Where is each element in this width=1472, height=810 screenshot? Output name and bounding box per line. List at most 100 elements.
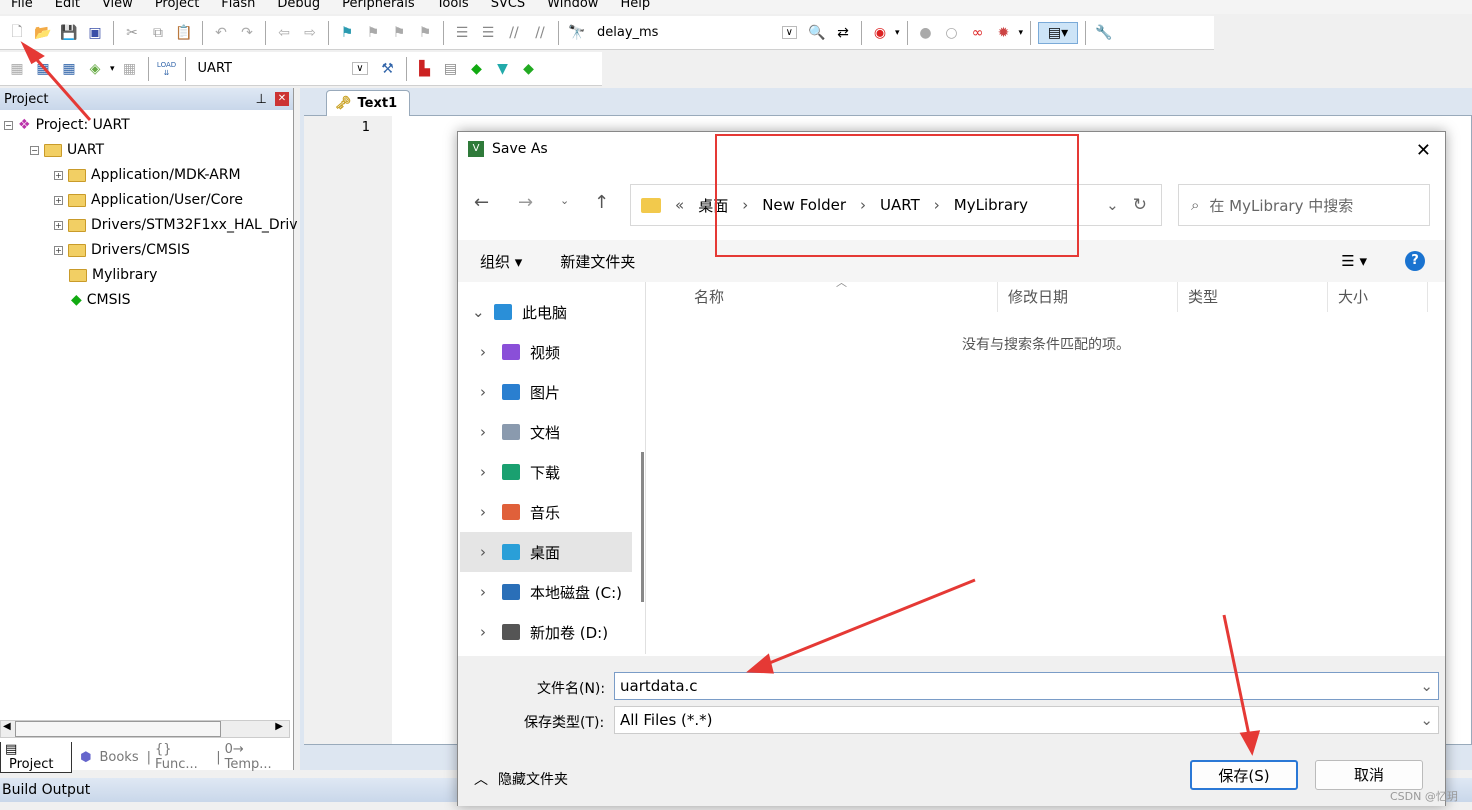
- tree-group[interactable]: + Application/User/Core: [54, 189, 243, 211]
- unindent-icon[interactable]: ☰: [477, 22, 499, 44]
- redo-icon[interactable]: ↷: [236, 22, 258, 44]
- help-icon[interactable]: ?: [1405, 251, 1425, 271]
- find-icon[interactable]: 🔍: [806, 22, 828, 44]
- find-in-files-icon[interactable]: 🔭: [566, 22, 588, 44]
- filename-input[interactable]: uartdata.c ⌄: [614, 672, 1439, 700]
- editor-tab-text1[interactable]: 🗝 Text1: [326, 90, 410, 116]
- menu-debug[interactable]: Debug: [266, 0, 331, 14]
- horizontal-scrollbar[interactable]: ◀ ▶: [0, 720, 290, 738]
- nav-item[interactable]: › 本地磁盘 (C:): [460, 572, 632, 612]
- indent-icon[interactable]: ☰: [451, 22, 473, 44]
- disable-breakpoint-icon[interactable]: ○: [941, 22, 963, 44]
- tree-project-root[interactable]: − ❖ Project: UART: [4, 114, 130, 136]
- comment-icon[interactable]: //: [503, 22, 525, 44]
- expand-icon[interactable]: +: [54, 195, 63, 205]
- forward-icon[interactable]: ⇨: [299, 22, 321, 44]
- prev-bookmark-icon[interactable]: ⚑: [362, 22, 384, 44]
- options-for-target-icon[interactable]: ⚒: [377, 58, 399, 80]
- breakpoint-icon[interactable]: ●: [915, 22, 937, 44]
- manage-rte-icon[interactable]: ◆: [466, 58, 488, 80]
- chevron-right-icon[interactable]: ›: [480, 583, 492, 601]
- refresh-icon[interactable]: ↻: [1133, 195, 1147, 215]
- cancel-button[interactable]: 取消: [1315, 760, 1423, 790]
- expand-icon[interactable]: +: [54, 245, 63, 255]
- save-button[interactable]: 保存(S): [1190, 760, 1298, 790]
- column-type[interactable]: 类型: [1178, 282, 1328, 312]
- tab-project[interactable]: ▤ Project: [0, 741, 73, 773]
- nav-item[interactable]: ⌄ 此电脑: [460, 292, 632, 332]
- column-modified[interactable]: 修改日期: [998, 282, 1178, 312]
- incremental-find-icon[interactable]: ⇄: [832, 22, 854, 44]
- up-button[interactable]: ↑: [594, 192, 609, 213]
- expand-icon[interactable]: +: [54, 220, 63, 230]
- search-input[interactable]: ⌕ 在 MyLibrary 中搜索: [1178, 184, 1430, 226]
- collapse-icon[interactable]: −: [30, 145, 39, 155]
- nav-item[interactable]: › 新加卷 (D:): [460, 612, 632, 652]
- tree-group[interactable]: + Application/MDK-ARM: [54, 164, 241, 186]
- load-icon[interactable]: LOAD ⇊: [156, 58, 178, 80]
- close-dialog-button[interactable]: ✕: [1416, 140, 1431, 161]
- chevron-right-icon[interactable]: ›: [480, 543, 492, 561]
- chevron-right-icon[interactable]: ›: [480, 423, 492, 441]
- menu-window[interactable]: Window: [536, 0, 609, 14]
- stop-build-icon[interactable]: ▦: [119, 58, 141, 80]
- breadcrumb-desktop[interactable]: 桌面: [698, 195, 728, 216]
- nav-item[interactable]: › 图片: [460, 372, 632, 412]
- forward-button[interactable]: →: [518, 192, 533, 213]
- breakpoint-options-icon[interactable]: ✹: [993, 22, 1015, 44]
- nav-item[interactable]: › 视频: [460, 332, 632, 372]
- tree-group[interactable]: + Drivers/STM32F1xx_HAL_Driv: [54, 214, 298, 236]
- menu-file[interactable]: File: [0, 0, 44, 14]
- filetype-select[interactable]: All Files (*.*) ⌄: [614, 706, 1439, 734]
- open-icon[interactable]: 📂: [32, 22, 54, 44]
- tab-templates[interactable]: 0→ Temp...: [221, 742, 292, 772]
- expand-icon[interactable]: +: [54, 170, 63, 180]
- back-button[interactable]: ←: [474, 192, 489, 213]
- paste-icon[interactable]: 📋: [173, 22, 195, 44]
- cut-icon[interactable]: ✂: [121, 22, 143, 44]
- nav-item[interactable]: › 文档: [460, 412, 632, 452]
- breadcrumb-mylibrary[interactable]: MyLibrary: [954, 196, 1028, 214]
- menu-svcs[interactable]: SVCS: [480, 0, 536, 14]
- tab-functions[interactable]: {} Func...: [151, 742, 216, 772]
- pin-icon[interactable]: ⊥: [256, 92, 267, 107]
- rebuild-icon[interactable]: ▦: [58, 58, 80, 80]
- tree-group[interactable]: Mylibrary: [69, 264, 157, 286]
- pack-installer-icon[interactable]: ◆: [518, 58, 540, 80]
- menu-help[interactable]: Help: [609, 0, 661, 14]
- hide-folders-button[interactable]: ︿ 隐藏文件夹: [474, 769, 568, 789]
- bookmark-icon[interactable]: ⚑: [336, 22, 358, 44]
- organize-button[interactable]: 组织 ▾: [480, 251, 522, 272]
- chevron-down-icon[interactable]: ⌄: [1420, 677, 1433, 695]
- undo-icon[interactable]: ↶: [210, 22, 232, 44]
- select-packs-icon[interactable]: ▼: [492, 58, 514, 80]
- nav-item[interactable]: › 桌面: [460, 532, 632, 572]
- copy-icon[interactable]: ⧉: [147, 22, 169, 44]
- menu-project[interactable]: Project: [144, 0, 210, 14]
- debug-session-icon[interactable]: ◉: [869, 22, 891, 44]
- chevron-down-icon[interactable]: ⌄: [472, 303, 485, 321]
- recent-locations-button[interactable]: ⌄: [560, 194, 569, 207]
- chevron-right-icon[interactable]: ›: [480, 343, 492, 361]
- menu-view[interactable]: View: [91, 0, 144, 14]
- clear-bookmarks-icon[interactable]: ⚑: [414, 22, 436, 44]
- find-combo[interactable]: delay_ms ∨: [592, 21, 802, 44]
- uncomment-icon[interactable]: //: [529, 22, 551, 44]
- tree-target-uart[interactable]: − UART: [30, 139, 104, 161]
- chevron-right-icon[interactable]: ›: [480, 463, 492, 481]
- chevron-right-icon[interactable]: ›: [480, 383, 492, 401]
- file-extensions-icon[interactable]: ▤: [440, 58, 462, 80]
- manage-components-icon[interactable]: ▙: [414, 58, 436, 80]
- batch-build-icon[interactable]: ◈: [84, 58, 106, 80]
- tree-group[interactable]: + Drivers/CMSIS: [54, 239, 190, 261]
- save-icon[interactable]: 💾: [58, 22, 80, 44]
- close-icon[interactable]: ✕: [275, 92, 289, 106]
- address-bar[interactable]: « 桌面 › New Folder › UART › MyLibrary ⌄ ↻: [630, 184, 1162, 226]
- nav-item[interactable]: › 音乐: [460, 492, 632, 532]
- nav-item[interactable]: › 下载: [460, 452, 632, 492]
- chevron-down-icon[interactable]: ⌄: [1106, 196, 1119, 214]
- window-layout-icon[interactable]: ▤▾: [1038, 21, 1079, 44]
- nav-scrollbar[interactable]: [641, 452, 644, 602]
- next-bookmark-icon[interactable]: ⚑: [388, 22, 410, 44]
- new-file-icon[interactable]: 🗋: [6, 22, 28, 44]
